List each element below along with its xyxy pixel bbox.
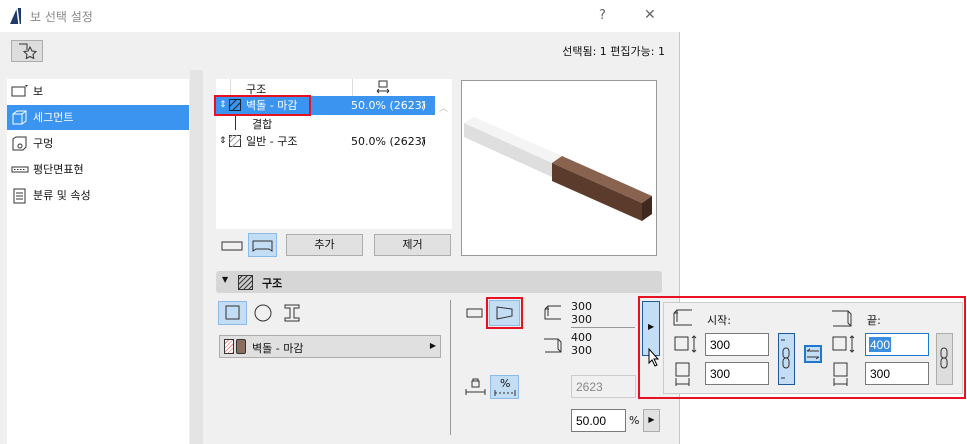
remove-button[interactable]: 제거 <box>374 234 451 256</box>
sidebar-item-hole[interactable]: 구멍 <box>7 131 189 156</box>
tapered-profile-button[interactable] <box>489 300 520 326</box>
row-value: 50.0% (2623) <box>351 99 427 112</box>
start-width-value: 300 <box>571 313 592 326</box>
material-swatch-icon <box>236 339 246 354</box>
mouse-cursor-icon <box>648 348 660 367</box>
percent-length-button[interactable]: % <box>490 375 519 399</box>
start-link-button[interactable] <box>778 333 795 385</box>
sidebar: 보 세그먼트 구멍 평단면표현 분류 및 속성 <box>7 79 189 444</box>
percent-icon: ⁒ <box>421 100 426 111</box>
sidebar-item-classification[interactable]: 분류 및 속성 <box>7 183 189 208</box>
start-height-input[interactable] <box>705 333 769 356</box>
swap-button[interactable] <box>804 345 822 363</box>
collapse-triangle-icon: ▼ <box>222 275 229 284</box>
length-input[interactable] <box>571 375 636 398</box>
arrow-right-icon: ▶ <box>429 341 436 350</box>
segment-icon <box>12 110 27 125</box>
connection-label: 결합 <box>252 118 273 131</box>
sidebar-item-label: 구멍 <box>33 137 54 150</box>
beam-icon <box>11 85 28 97</box>
material-dropdown[interactable]: 벽돌 - 마감 ▶ <box>219 335 441 358</box>
end-height-value: 400 <box>571 331 592 344</box>
hole-icon <box>12 136 27 151</box>
sidebar-item-label: 분류 및 속성 <box>33 189 91 202</box>
height-icon <box>832 335 855 353</box>
profile-icon <box>252 240 273 252</box>
profile-popup: 시작: 끝: <box>663 302 963 394</box>
percent-icon: % <box>500 377 511 390</box>
hatch-icon <box>238 275 253 290</box>
sidebar-item-segment[interactable]: 세그먼트 <box>7 105 189 130</box>
favorites-star-icon <box>19 43 38 60</box>
sidebar-item-label: 세그먼트 <box>33 111 74 124</box>
end-profile-icon <box>832 310 852 327</box>
row-name: 일반 - 구조 <box>246 135 298 148</box>
lock-icon <box>465 378 486 395</box>
percent-icon: ⁒ <box>421 136 426 147</box>
chain-link-icon <box>940 347 948 369</box>
segments-table: 구조 ⇕ 벽돌 - 마감 50.0% (2623) ⁒ 결합 ⇕ 일반 - 구조… <box>214 79 435 229</box>
title-bar: 보 선택 설정 ? ✕ <box>0 0 680 32</box>
circular-shape-button[interactable] <box>250 301 276 325</box>
dialog: 보 선택 설정 ? ✕ 선택됨: 1 편집가능: 1 보 세그먼트 구멍 평단면… <box>0 0 680 444</box>
end-profile-icon <box>544 338 562 353</box>
start-width-input[interactable] <box>705 362 769 385</box>
material-name: 벽돌 - 마감 <box>252 342 304 355</box>
table-row[interactable]: ⇕ 일반 - 구조 50.0% (2623) ⁒ <box>216 132 435 151</box>
beam-preview-image <box>464 117 652 221</box>
section-title: 구조 <box>262 277 283 290</box>
row-value: 50.0% (2623) <box>351 135 427 148</box>
height-icon <box>674 335 697 353</box>
favorites-button[interactable] <box>11 40 43 62</box>
3d-preview <box>461 80 657 256</box>
app-logo-icon <box>10 8 21 24</box>
splitter[interactable] <box>190 70 203 444</box>
end-width-input[interactable] <box>865 362 929 385</box>
hatch-swatch-icon <box>224 339 234 354</box>
sidebar-item-label: 평단면표현 <box>33 163 84 176</box>
profile-view-button[interactable] <box>248 233 277 257</box>
add-button[interactable]: 추가 <box>286 234 363 256</box>
end-width-value: 300 <box>571 344 592 357</box>
start-profile-icon <box>544 305 561 320</box>
help-button[interactable]: ? <box>599 8 606 23</box>
document-icon <box>13 188 26 204</box>
hatch-icon <box>229 135 241 147</box>
percent-unit: % <box>629 414 640 427</box>
sidebar-item-floor-plan[interactable]: 평단면표현 <box>7 157 189 182</box>
i-profile-shape-button[interactable] <box>279 301 305 325</box>
swap-arrows-icon <box>806 348 820 360</box>
length-column-icon <box>376 80 390 94</box>
section-header-structure[interactable]: ▼ 구조 <box>216 271 662 293</box>
width-icon <box>675 362 690 386</box>
width-icon <box>833 362 848 386</box>
close-button[interactable]: ✕ <box>644 7 656 23</box>
sidebar-item-beam[interactable]: 보 <box>7 79 189 104</box>
table-scrollbar[interactable]: ︿ <box>435 79 452 229</box>
chain-link-icon <box>781 339 790 379</box>
end-link-button[interactable] <box>936 333 953 385</box>
rectangle-view-button[interactable] <box>220 239 245 253</box>
start-profile-icon <box>673 309 692 326</box>
window-title: 보 선택 설정 <box>30 10 93 24</box>
end-label: 끝: <box>867 314 881 327</box>
rectangular-shape-button[interactable] <box>218 301 247 325</box>
highlight-box <box>214 95 311 116</box>
selection-status: 선택됨: 1 편집가능: 1 <box>562 45 665 58</box>
start-height-value: 300 <box>571 300 592 313</box>
percent-input[interactable] <box>571 409 626 432</box>
floor-plan-icon <box>11 166 29 173</box>
uniform-profile-button[interactable] <box>465 306 485 320</box>
end-height-input[interactable] <box>865 333 929 356</box>
lock-length-button[interactable] <box>465 376 487 398</box>
percent-menu-button[interactable]: ▶ <box>643 409 660 432</box>
sidebar-item-label: 보 <box>33 85 44 98</box>
start-label: 시작: <box>707 314 731 327</box>
